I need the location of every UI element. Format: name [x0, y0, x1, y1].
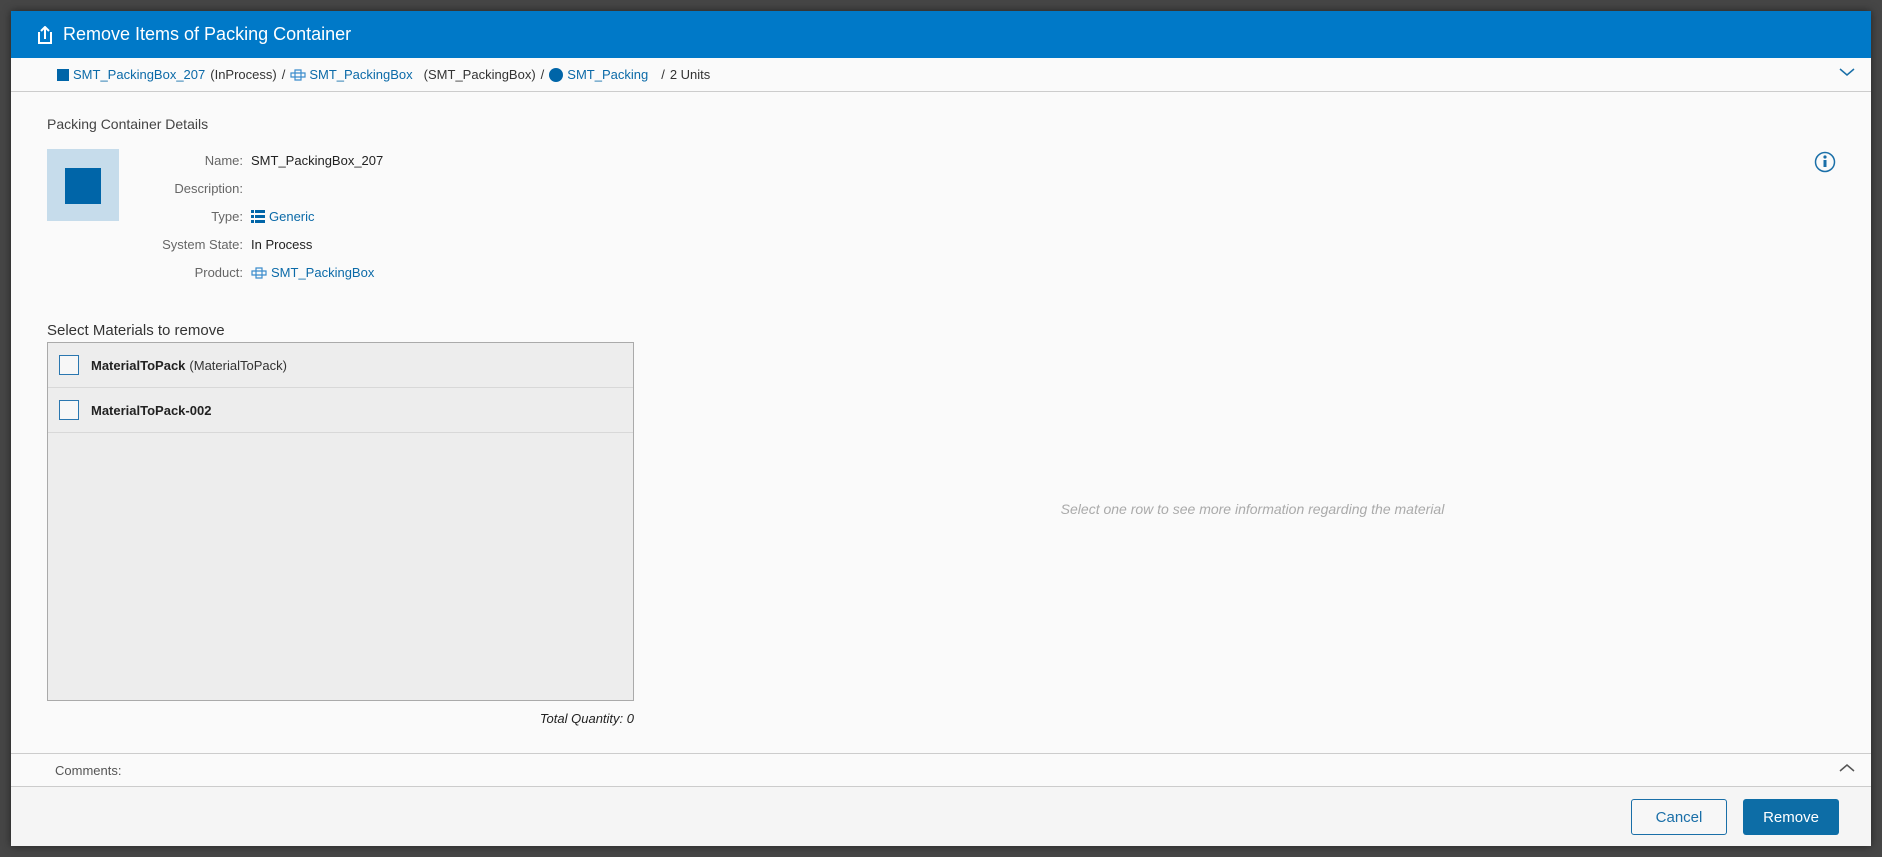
breadcrumb-product-link[interactable]: SMT_PackingBox	[309, 67, 412, 82]
label: Type:	[211, 209, 243, 224]
label: Description:	[174, 181, 243, 196]
step-icon	[549, 67, 564, 82]
product-icon	[290, 68, 306, 81]
dialog-title: Remove Items of Packing Container	[63, 24, 352, 44]
remove-from-container-icon	[38, 25, 52, 44]
breadcrumb-product-paren: (SMT_PackingBox)	[423, 67, 536, 82]
list-item[interactable]: MaterialToPack (MaterialToPack)	[48, 343, 633, 388]
list-type-icon	[251, 210, 265, 223]
materials-list: MaterialToPack (MaterialToPack) MaterialT…	[47, 342, 634, 701]
row-checkbox[interactable]	[59, 355, 79, 375]
row-checkbox[interactable]	[59, 400, 79, 420]
breadcrumb-separator: /	[540, 67, 545, 82]
dialog-footer: Cancel Remove	[11, 787, 1871, 846]
material-name: MaterialToPack-002	[91, 402, 212, 418]
total-quantity: Total Quantity: 0	[539, 711, 634, 726]
material-detail-placeholder: Select one row to see more information r…	[1060, 501, 1445, 517]
material-name: MaterialToPack	[91, 357, 186, 373]
chevron-down-icon[interactable]	[1839, 67, 1855, 77]
comments-section[interactable]: Comments:	[11, 753, 1871, 787]
breadcrumb-separator: /	[661, 67, 665, 82]
breadcrumb: SMT_PackingBox_207 (InProcess) / SMT_Pac…	[11, 58, 1871, 92]
info-icon[interactable]	[1814, 151, 1836, 173]
dialog-title-bar: Remove Items of Packing Container	[11, 11, 1871, 58]
remove-items-dialog: Remove Items of Packing Container SMT_Pa…	[11, 11, 1871, 846]
breadcrumb-units: 2 Units	[669, 67, 711, 82]
label: Product:	[194, 265, 243, 280]
select-materials-title: Select Materials to remove	[47, 322, 225, 339]
details-title: Packing Container Details	[47, 116, 209, 132]
product-icon	[251, 266, 267, 279]
material-type: (MaterialToPack)	[189, 357, 287, 373]
cancel-button[interactable]: Cancel	[1631, 799, 1727, 835]
comments-label: Comments:	[55, 762, 122, 778]
value: In Process	[251, 237, 313, 252]
breadcrumb-container-state: (InProcess)	[210, 67, 277, 82]
chevron-up-icon[interactable]	[1839, 763, 1855, 773]
remove-button[interactable]: Remove	[1743, 799, 1839, 835]
label: System State:	[162, 237, 243, 252]
list-item[interactable]: MaterialToPack-002	[48, 388, 633, 433]
type-value: Generic	[269, 209, 315, 224]
label: Name:	[204, 153, 243, 168]
breadcrumb-separator: /	[281, 67, 286, 82]
breadcrumb-container-link[interactable]: SMT_PackingBox_207	[73, 67, 205, 82]
type-link[interactable]: Generic	[251, 209, 315, 224]
breadcrumb-step-link[interactable]: SMT_Packing	[567, 67, 648, 82]
value: SMT_PackingBox_207	[251, 153, 384, 168]
container-icon	[57, 68, 69, 81]
product-link[interactable]: SMT_PackingBox	[251, 265, 374, 280]
product-value: SMT_PackingBox	[271, 265, 375, 280]
